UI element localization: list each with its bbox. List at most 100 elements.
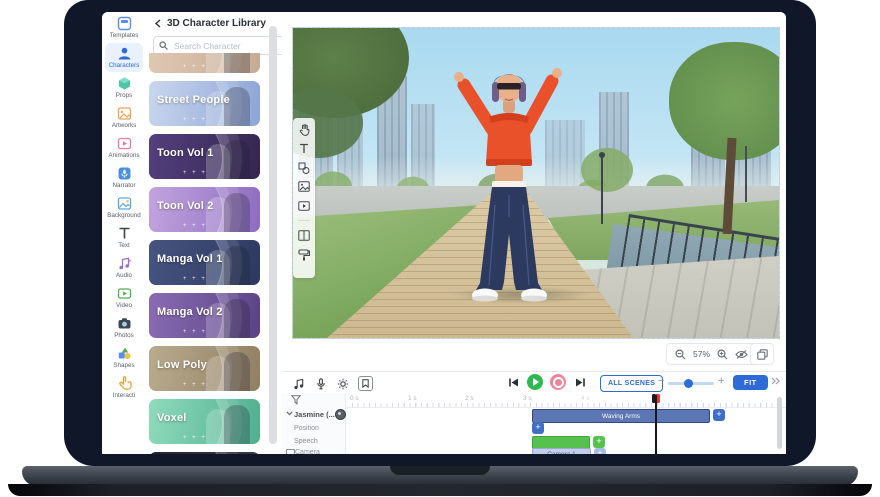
image-tool-icon[interactable]: [297, 180, 311, 193]
voiceover-mic-icon[interactable]: [314, 377, 328, 391]
timeline-zoom-in[interactable]: +: [718, 375, 724, 387]
layout-tool-icon[interactable]: [297, 229, 311, 242]
chevron-down-icon[interactable]: [286, 411, 293, 416]
camera-clip[interactable]: Camera 1: [532, 448, 591, 454]
skip-back-icon[interactable]: [506, 375, 520, 389]
text-icon: [117, 225, 132, 241]
sidebar-item-label: Animations: [108, 152, 139, 159]
add-camera-button[interactable]: +: [594, 448, 606, 454]
animations-icon: [117, 135, 132, 151]
sidebar-item-interact[interactable]: Interacti: [105, 373, 143, 402]
ruler-label: 3 s: [523, 395, 532, 402]
duplicate-scene-button[interactable]: [750, 343, 774, 365]
sidebar-item-label: Background: [107, 212, 141, 219]
format-painter-icon[interactable]: [297, 248, 311, 261]
collapse-timeline-icon[interactable]: [771, 377, 780, 386]
back-chevron-icon[interactable]: [154, 19, 162, 28]
ruler-label: 4 s: [581, 395, 590, 402]
timeline-ruler[interactable]: 0 s 1 s 2 s 3 s 4 s: [345, 393, 786, 408]
panel-scrollbar[interactable]: [269, 26, 277, 444]
props-icon: [117, 75, 132, 91]
panel-title: 3D Character Library: [167, 18, 266, 29]
video-tool-icon[interactable]: [297, 199, 311, 212]
sidebar-item-label: Props: [116, 92, 132, 99]
character-track-avatar[interactable]: [335, 409, 346, 420]
sidebar-item-props[interactable]: Props: [105, 73, 143, 102]
play-button[interactable]: [527, 374, 543, 390]
track-name-camera[interactable]: Camera: [295, 449, 320, 454]
playhead-line: [655, 395, 657, 454]
card-next[interactable]: [149, 452, 260, 454]
track-name-position[interactable]: Position: [294, 425, 319, 432]
text-tool-icon[interactable]: [297, 142, 311, 155]
visibility-toggle-icon[interactable]: [735, 349, 748, 360]
fit-button[interactable]: FIT: [733, 375, 768, 390]
ruler-label: 1 s: [408, 395, 417, 402]
sidebar-item-video[interactable]: Video: [105, 283, 143, 312]
background-music-icon[interactable]: [292, 377, 306, 391]
bookmark-icon[interactable]: [358, 376, 373, 391]
zoom-in-icon[interactable]: [717, 349, 728, 360]
track-name-character[interactable]: Jasmine (...: [294, 410, 335, 419]
tree-right: [669, 42, 780, 160]
sidebar-item-audio[interactable]: Audio: [105, 253, 143, 282]
card-low-poly[interactable]: Low Poly+ + +: [149, 346, 260, 391]
sidebar-item-label: Text: [118, 242, 130, 249]
filter-icon[interactable]: [291, 395, 301, 405]
slider-knob[interactable]: [684, 379, 693, 388]
shapes-tool-icon[interactable]: [297, 161, 311, 174]
zoom-out-icon[interactable]: [675, 349, 686, 360]
sidebar-item-narrator[interactable]: Narrator: [105, 163, 143, 192]
ruler-label: 2 s: [465, 395, 474, 402]
timeline-scrollbar[interactable]: [777, 397, 782, 449]
character-jasmine[interactable]: [439, 54, 579, 306]
search-input[interactable]: [172, 40, 276, 52]
card-manga-vol-2[interactable]: Manga Vol 2+ + +: [149, 293, 260, 338]
card-toon-vol-1[interactable]: Toon Vol 1+ + +: [149, 134, 260, 179]
shapes-icon: [117, 345, 132, 361]
sidebar-item-templates[interactable]: Templates: [105, 13, 143, 42]
sidebar-item-label: Artworks: [112, 122, 137, 129]
video-icon: [117, 285, 132, 301]
card-street-people[interactable]: Street People+ + +: [149, 81, 260, 126]
hand-tool-icon[interactable]: [297, 123, 311, 136]
track-label-column: Jasmine (... Position Speech Camera: [282, 393, 346, 454]
skip-forward-icon[interactable]: [573, 375, 587, 389]
sidebar-item-artworks[interactable]: Artworks: [105, 103, 143, 132]
lamp-post: [601, 156, 603, 224]
tree-mid: [581, 148, 633, 192]
card-manga-vol-1[interactable]: Manga Vol 1+ + +: [149, 240, 260, 285]
sidebar-item-background[interactable]: Background: [105, 193, 143, 222]
timeline-media-group: [292, 376, 373, 391]
sidebar-item-shapes[interactable]: Shapes: [105, 343, 143, 372]
sidebar-item-label: Shapes: [113, 362, 134, 369]
zoom-level: 57%: [693, 349, 710, 359]
add-position-button[interactable]: +: [532, 422, 544, 434]
artworks-icon: [117, 105, 132, 121]
sidebar-item-label: Characters: [109, 62, 140, 69]
scene-canvas[interactable]: [292, 27, 780, 339]
add-speech-button[interactable]: +: [593, 436, 605, 448]
ruler-label: 0 s: [350, 395, 359, 402]
all-scenes-button[interactable]: ALL SCENES: [600, 375, 663, 392]
zoom-controls: 57%: [666, 343, 757, 365]
card-toon-vol-2[interactable]: Toon Vol 2+ + +: [149, 187, 260, 232]
audio-icon: [117, 255, 132, 271]
timeline-toolbar: ALL SCENES − + FIT: [282, 371, 786, 394]
sidebar-item-label: Templates: [110, 32, 139, 39]
sidebar-item-photos[interactable]: Photos: [105, 313, 143, 342]
sidebar-item-animations[interactable]: Animations: [105, 133, 143, 162]
track-name-speech[interactable]: Speech: [294, 438, 318, 445]
card-voxel[interactable]: Voxel+ + +: [149, 399, 260, 444]
sidebar-item-text[interactable]: Text: [105, 223, 143, 252]
sidebar-item-label: Photos: [114, 332, 134, 339]
effects-icon[interactable]: [336, 377, 350, 391]
templates-icon: [117, 15, 132, 31]
timeline-zoom-slider[interactable]: [668, 382, 714, 385]
sidebar-item-characters[interactable]: Characters: [105, 43, 143, 72]
add-animation-button[interactable]: +: [713, 409, 725, 421]
animation-clip[interactable]: Waving Arms: [532, 409, 710, 423]
timeline-zoom-out[interactable]: −: [658, 375, 664, 387]
card-realistic[interactable]: Realistic+ + +: [149, 53, 260, 73]
record-button[interactable]: [550, 374, 566, 390]
